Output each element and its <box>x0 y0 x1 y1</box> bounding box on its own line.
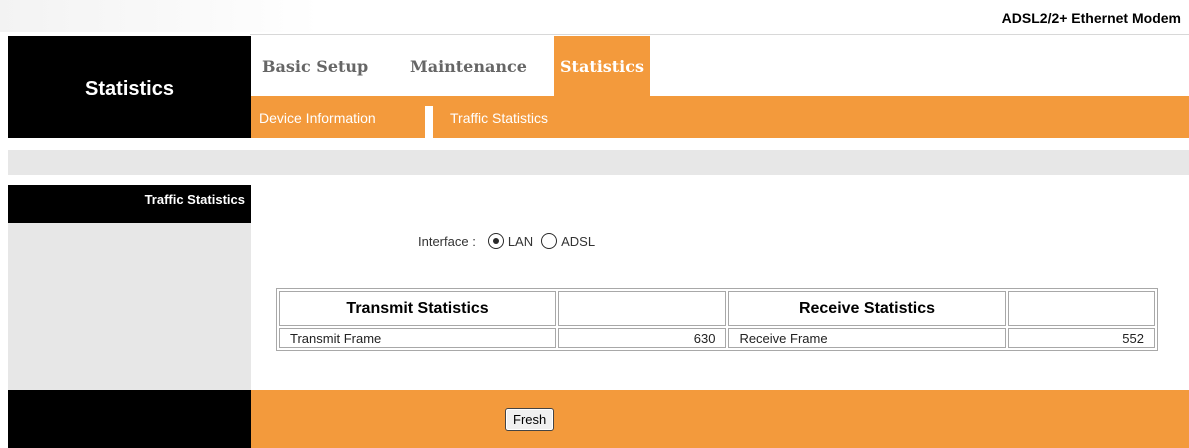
transmit-frame-value: 630 <box>558 328 727 348</box>
submenu-traffic-statistics[interactable]: Traffic Statistics <box>450 96 548 138</box>
interface-label: Interface : <box>418 233 476 249</box>
submenu-bar <box>251 96 1189 138</box>
spacer-strip <box>8 150 1189 175</box>
submenu-divider <box>425 106 433 138</box>
fresh-button[interactable]: Fresh <box>505 408 555 431</box>
tab-maintenance[interactable]: Maintenance <box>410 36 527 96</box>
receive-value-header <box>1007 291 1155 326</box>
tab-basic-setup[interactable]: Basic Setup <box>262 36 368 96</box>
section-title: Statistics <box>85 77 174 100</box>
traffic-stats-table: Transmit Statistics Receive Statistics T… <box>276 288 1158 351</box>
lan-radio-label: LAN <box>507 233 534 249</box>
table-header-row: Transmit Statistics Receive Statistics <box>279 291 1155 326</box>
product-name: ADSL2/2+ Ethernet Modem <box>1001 10 1181 26</box>
footer-left-panel <box>8 390 251 448</box>
receive-header: Receive Statistics <box>728 291 1006 326</box>
receive-frame-value: 552 <box>1007 328 1155 348</box>
transmit-value-header <box>558 291 727 326</box>
adsl-radio-label: ADSL <box>561 233 596 249</box>
table-row: Transmit Frame 630 Receive Frame 552 <box>279 328 1155 348</box>
receive-frame-label: Receive Frame <box>728 328 1006 348</box>
footer-bar <box>251 390 1189 448</box>
transmit-frame-label: Transmit Frame <box>279 328 557 348</box>
interface-selector: Interface : LAN ADSL <box>418 231 595 251</box>
header-divider <box>250 34 1189 35</box>
sidebar-label: Traffic Statistics <box>144 192 245 207</box>
transmit-header: Transmit Statistics <box>279 291 557 326</box>
tab-statistics[interactable]: Statistics <box>560 36 644 96</box>
sidebar-panel <box>8 223 251 390</box>
logo-area <box>0 0 320 32</box>
submenu-device-information[interactable]: Device Information <box>259 96 376 138</box>
adsl-radio[interactable] <box>541 233 558 249</box>
lan-radio[interactable] <box>487 233 504 249</box>
